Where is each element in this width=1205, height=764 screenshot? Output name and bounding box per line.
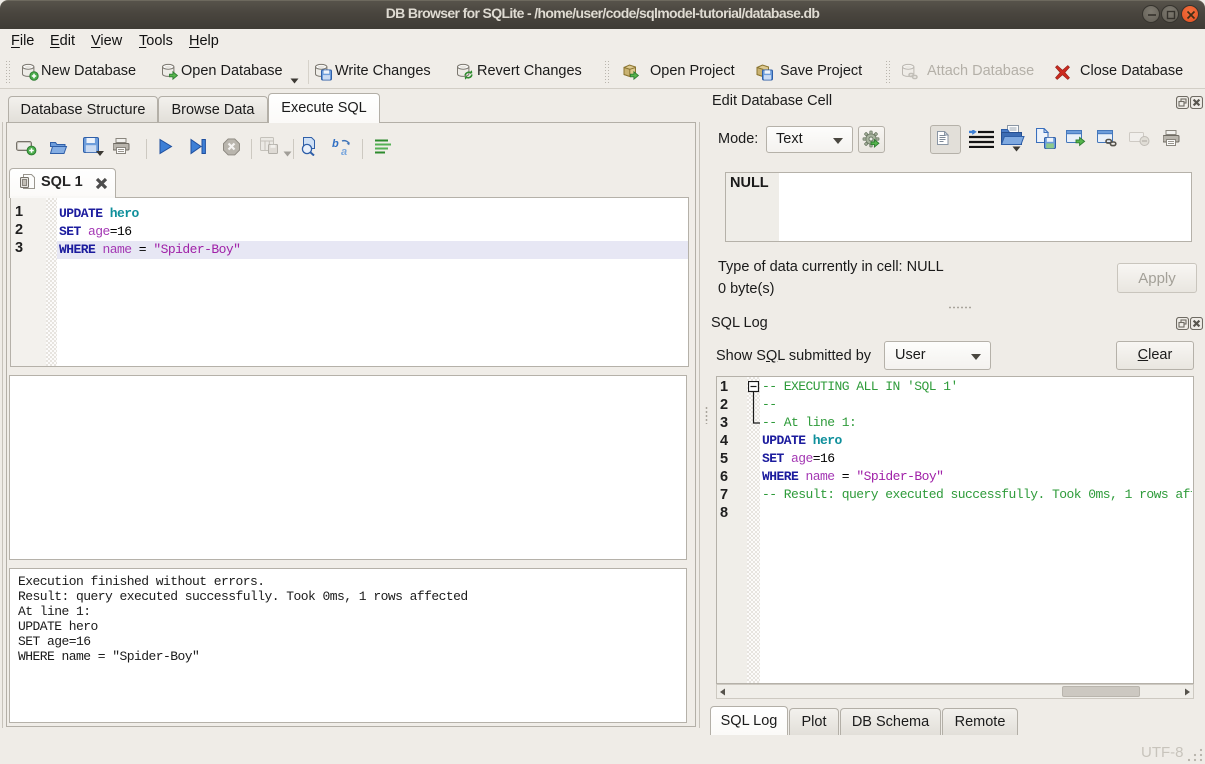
svg-text:b: b <box>332 138 339 150</box>
svg-text:a: a <box>341 146 347 156</box>
